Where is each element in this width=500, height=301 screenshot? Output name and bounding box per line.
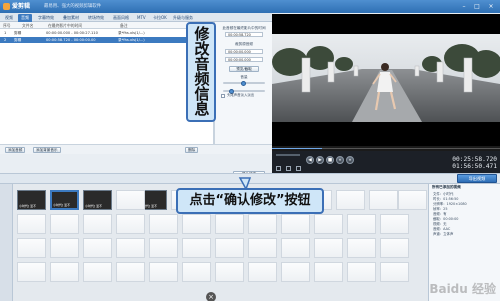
info-line: 视频：无 xyxy=(433,222,447,226)
audio-properties-panel: 此音频在最终影片中的时间 00:00:58.720 裁剪原音频 00:00:00… xyxy=(214,22,272,177)
tab-video[interactable]: 视频 xyxy=(2,14,16,22)
tab-overlay[interactable]: 叠加素材 xyxy=(60,14,82,22)
player-controls: ◀ ▶ ■ « » 00:25:58.720 01:56:50.471 xyxy=(272,151,500,173)
preview-trim-button[interactable]: 预览/截取 xyxy=(229,66,259,72)
trim-heading: 裁剪原音频 xyxy=(235,42,253,46)
fullscreen-icon[interactable] xyxy=(286,166,291,171)
close-timeline-icon[interactable]: × xyxy=(206,292,216,301)
info-line: 时长：01:56:50 xyxy=(433,197,459,201)
callout-click-confirm-text: 点击“确认修改”按钮 xyxy=(189,193,311,208)
app-window: 爱剪辑 最易用、强大的视频剪辑软件 – □ × 视频 音频 字幕特效 叠加素材 … xyxy=(0,0,500,301)
volume-slider-knob[interactable] xyxy=(241,80,246,86)
tab-subtitle[interactable]: 字幕特效 xyxy=(35,14,57,22)
rewind-icon[interactable]: « xyxy=(336,156,344,164)
list-item-selected[interactable]: 2 剪辑 00:00:58.720 - 00:00:00.00 录*fhs.xl… xyxy=(0,37,214,43)
tab-transition[interactable]: 转场特效 xyxy=(85,14,107,22)
fade-checkbox[interactable] xyxy=(221,94,225,98)
col-time: 在最终影片中的时间 xyxy=(48,23,83,28)
col-note: 备注 xyxy=(120,23,128,28)
trim-start-field[interactable]: 00:00:00.000 xyxy=(225,49,263,54)
app-logo-icon xyxy=(3,3,10,10)
audio-time-field[interactable]: 00:00:58.720 xyxy=(225,32,263,37)
clip-thumb[interactable]: 小时代] 爱不 xyxy=(83,190,112,210)
close-icon[interactable]: × xyxy=(485,2,497,11)
forward-icon[interactable]: » xyxy=(346,156,354,164)
minimize-icon[interactable]: – xyxy=(458,2,470,11)
list-action-bar: 添加音频 添加背景音乐 删除 xyxy=(0,144,272,154)
tab-karaoke[interactable]: 卡拉OK xyxy=(150,14,170,22)
info-line: 分辨率：1920×1080 xyxy=(433,202,467,206)
info-line: 截取：00:00:00 xyxy=(433,217,459,221)
col-filename: 文件名 xyxy=(22,23,34,28)
clip-thumb[interactable]: 小时代] 爱不 xyxy=(17,190,46,210)
delete-button[interactable]: 删除 xyxy=(185,147,199,153)
maximize-icon[interactable]: □ xyxy=(471,2,483,11)
add-bgm-button[interactable]: 添加背景音乐 xyxy=(33,147,61,153)
app-name: 爱剪辑 xyxy=(12,3,31,10)
baidu-watermark: Baidu 经验 xyxy=(429,282,496,296)
app-subtitle: 最易用、强大的视频剪辑软件 xyxy=(44,4,102,9)
audio-list-header: 序号 文件名 在最终影片中的时间 备注 xyxy=(0,22,214,29)
video-frame-image xyxy=(272,14,500,146)
export-video-button[interactable]: 导出视频 xyxy=(457,174,497,183)
callout-modify-audio: 修改音频信息 xyxy=(186,22,216,122)
add-audio-button[interactable]: 添加音频 xyxy=(5,147,26,153)
info-line: 帧率：25 xyxy=(433,207,448,211)
snapshot-icon[interactable] xyxy=(276,166,281,171)
stop-icon[interactable]: ■ xyxy=(326,156,334,164)
volume-label: 音量 xyxy=(240,75,248,79)
play-icon[interactable]: ▶ xyxy=(316,156,324,164)
info-line: 声道：立体声 xyxy=(433,232,454,236)
total-time: 01:56:50.471 xyxy=(452,163,497,170)
settings-icon[interactable] xyxy=(296,166,301,171)
position-slider[interactable] xyxy=(223,88,265,94)
tab-style[interactable]: 画面风格 xyxy=(110,14,132,22)
tab-mtv[interactable]: MTV xyxy=(134,14,149,22)
info-panel-title: 所有已添加的视频 xyxy=(432,185,461,189)
clip-thumb-selected[interactable]: 小时代] 爱不 xyxy=(50,190,79,210)
callout-click-confirm: 点击“确认修改”按钮 xyxy=(176,188,324,214)
tab-audio[interactable]: 音频 xyxy=(18,14,32,22)
props-heading: 此音频在最终影片中的时间 xyxy=(222,26,266,30)
volume-slider[interactable] xyxy=(223,80,265,86)
callout-pointer xyxy=(238,177,252,190)
trim-end-field[interactable]: 00:00:00.000 xyxy=(225,57,263,62)
fade-label: 头尾声音淡入淡出 xyxy=(227,93,255,97)
list-item[interactable]: 1 剪辑 00:00:00.000 - 00:00:27.110 录*fhs.x… xyxy=(0,30,214,36)
col-index: 序号 xyxy=(3,23,11,28)
timeline-side-tab[interactable] xyxy=(0,184,13,301)
info-line: 音频：AAC xyxy=(433,227,451,231)
function-tabs: 视频 音频 字幕特效 叠加素材 转场特效 画面风格 MTV 卡拉OK 升级与服务 xyxy=(0,13,272,22)
audio-list xyxy=(0,29,214,144)
callout-modify-audio-text: 修改音频信息 xyxy=(192,26,211,116)
tab-upgrade[interactable]: 升级与服务 xyxy=(170,14,196,22)
volume-bar[interactable] xyxy=(276,154,300,156)
title-bar: 爱剪辑 最易用、强大的视频剪辑软件 – □ × xyxy=(0,0,500,13)
prev-icon[interactable]: ◀ xyxy=(306,156,314,164)
info-line: 文件：小时代 xyxy=(433,192,454,196)
current-time: 00:25:58.720 xyxy=(452,156,497,163)
info-line: 音频：有 xyxy=(433,212,447,216)
video-preview[interactable] xyxy=(272,14,500,146)
